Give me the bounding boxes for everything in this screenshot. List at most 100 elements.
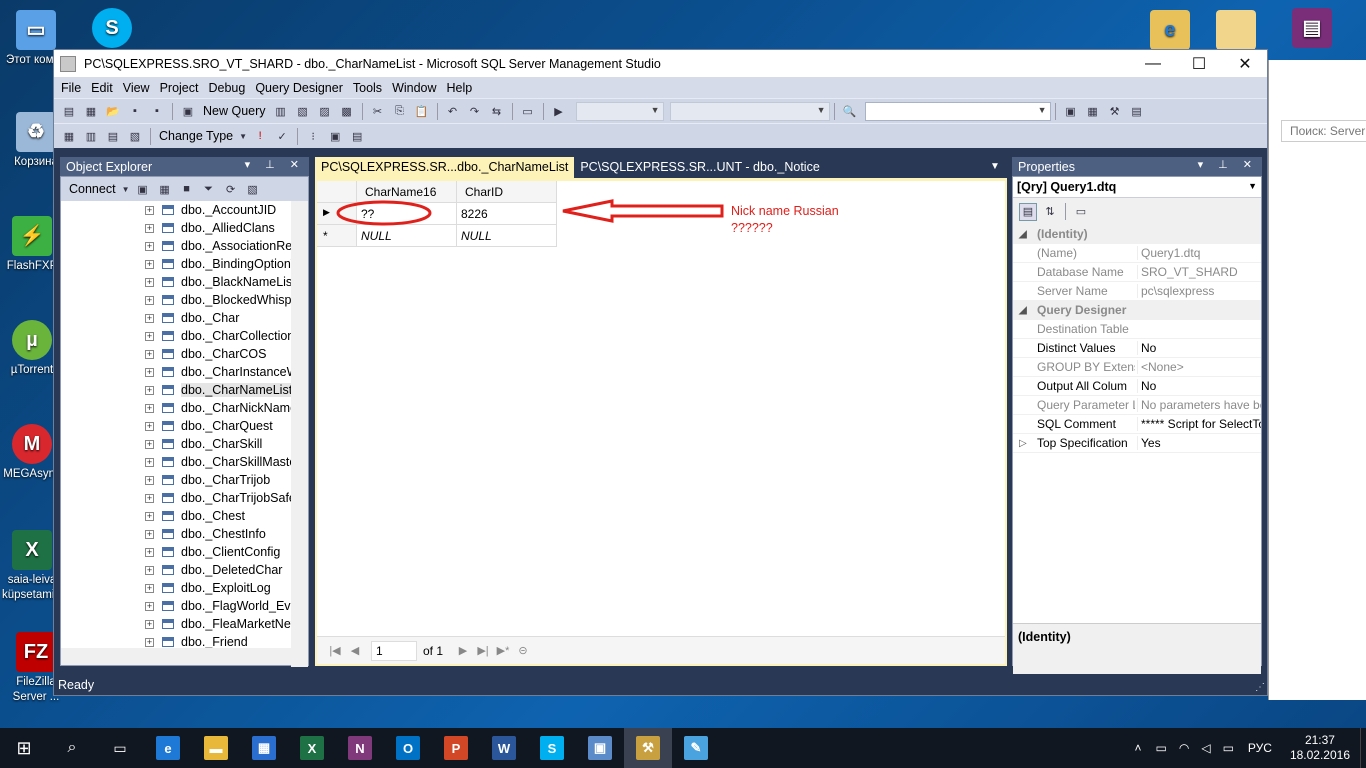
expand-icon[interactable]: +	[145, 295, 154, 305]
property-row[interactable]: SQL Comment ***** Script for SelectTo	[1013, 415, 1261, 434]
object-selector[interactable]: [Qry] Query1.dtq ▼	[1013, 177, 1261, 198]
menu-window[interactable]: Window	[387, 81, 441, 95]
property-row[interactable]: Query Parameter LNo parameters have been	[1013, 396, 1261, 415]
taskbar-app-button[interactable]: W	[480, 728, 528, 768]
expand-icon[interactable]: +	[145, 637, 154, 647]
show-hidden-icons-icon[interactable]: ˄	[1134, 741, 1141, 755]
copy-icon[interactable]: ⎘	[391, 102, 409, 120]
tree-item-table[interactable]: + dbo._FleaMarketNetw	[61, 615, 308, 633]
show-results-pane-icon[interactable]: ▧	[126, 127, 144, 145]
taskbar-app-button[interactable]: ▦	[240, 728, 288, 768]
close-button[interactable]: ✕	[1222, 50, 1267, 77]
connect-button[interactable]: Connect	[69, 182, 116, 196]
property-value[interactable]: ***** Script for SelectTo	[1137, 417, 1261, 431]
stop-icon[interactable]: ■	[178, 180, 196, 198]
search-box[interactable]: Поиск: Server	[1281, 120, 1366, 142]
tree-item-table[interactable]: + dbo._ClientConfig	[61, 543, 308, 561]
expand-icon[interactable]: +	[145, 349, 154, 359]
menu-edit[interactable]: Edit	[86, 81, 118, 95]
window-layout-icon[interactable]: ▤	[1128, 102, 1146, 120]
tree-item-table[interactable]: + dbo._BlockedWhispe	[61, 291, 308, 309]
taskbar-app-button[interactable]: ⚒	[624, 728, 672, 768]
notification-icon[interactable]: ▭	[1223, 741, 1234, 755]
property-value[interactable]: Yes	[1137, 436, 1261, 450]
skype-desktop-icon[interactable]: S	[82, 8, 142, 51]
language-indicator[interactable]: РУС	[1248, 741, 1272, 755]
tree-item-table[interactable]: + dbo._CharSkillMaster	[61, 453, 308, 471]
tree-item-table[interactable]: + dbo._CharSkill	[61, 435, 308, 453]
task-view-button[interactable]: ▭	[96, 728, 144, 768]
property-row[interactable]: Destination Table	[1013, 320, 1261, 339]
navigate-icon[interactable]: ⇆	[488, 102, 506, 120]
tree-item-table[interactable]: + dbo._ChestInfo	[61, 525, 308, 543]
menu-tools[interactable]: Tools	[348, 81, 387, 95]
tree-item-table[interactable]: + dbo._AccountJID	[61, 201, 308, 219]
dmx-query-icon[interactable]: ▨	[316, 102, 334, 120]
cut-icon[interactable]: ✂	[369, 102, 387, 120]
execute-sql-icon[interactable]: !	[251, 127, 269, 145]
open-file-icon[interactable]: 📂	[104, 102, 122, 120]
tree-item-table[interactable]: + dbo._CharQuest	[61, 417, 308, 435]
tab-charnamelist[interactable]: PC\SQLEXPRESS.SR...dbo._CharNameList	[315, 157, 575, 178]
expand-icon[interactable]: +	[145, 529, 154, 539]
resize-grip-icon[interactable]: ⋰	[1255, 682, 1265, 693]
network-icon[interactable]: ◠	[1179, 741, 1189, 755]
alphabetical-icon[interactable]: ⇅	[1041, 203, 1059, 221]
xmla-query-icon[interactable]: ▩	[338, 102, 356, 120]
expand-icon[interactable]: +	[145, 385, 154, 395]
maximize-button[interactable]: ☐	[1176, 50, 1222, 77]
pane-controls[interactable]: ▾ ⊥ ✕	[245, 158, 305, 171]
categorized-icon[interactable]: ▤	[1019, 202, 1037, 221]
add-item-icon[interactable]: ▦	[82, 102, 100, 120]
tree-item-table[interactable]: + dbo._Chest	[61, 507, 308, 525]
property-row[interactable]: GROUP BY Extensi <None>	[1013, 358, 1261, 377]
expand-icon[interactable]: +	[145, 331, 154, 341]
clock[interactable]: 21:37 18.02.2016	[1290, 733, 1350, 763]
menu-project[interactable]: Project	[155, 81, 204, 95]
menu-view[interactable]: View	[118, 81, 155, 95]
undo-icon[interactable]: ↶	[444, 102, 462, 120]
tree-item-table[interactable]: + dbo._DeletedChar	[61, 561, 308, 579]
desktop-icon-folder-1[interactable]: e	[1140, 10, 1200, 53]
taskbar-app-button[interactable]: P	[432, 728, 480, 768]
expand-icon[interactable]: +	[145, 439, 154, 449]
paste-icon[interactable]: 📋	[413, 102, 431, 120]
property-value[interactable]: No parameters have been	[1137, 398, 1261, 412]
taskbar-app-button[interactable]: S	[528, 728, 576, 768]
solution-config-dropdown[interactable]: ▼	[575, 101, 664, 121]
show-diagram-pane-icon[interactable]: ▦	[60, 127, 78, 145]
expand-icon[interactable]: +	[145, 457, 154, 467]
expand-icon[interactable]: +	[145, 277, 154, 287]
expand-icon[interactable]: +	[145, 403, 154, 413]
expand-icon[interactable]: +	[145, 601, 154, 611]
summary-icon[interactable]: ▧	[244, 180, 262, 198]
tab-notice[interactable]: PC\SQLEXPRESS.SR...UNT - dbo._Notice	[574, 157, 825, 178]
menu-file[interactable]: File	[56, 81, 86, 95]
save-icon[interactable]: ▪	[126, 102, 144, 120]
taskbar-app-button[interactable]: ▬	[192, 728, 240, 768]
tab-list-dropdown-icon[interactable]: ▼	[990, 161, 1000, 172]
object-explorer-icon[interactable]: ▦	[1084, 102, 1102, 120]
property-row[interactable]: Database Name SRO_VT_SHARD	[1013, 263, 1261, 282]
expand-icon[interactable]: +	[145, 259, 154, 269]
menu-query-designer[interactable]: Query Designer	[250, 81, 348, 95]
save-all-icon[interactable]: ▪	[148, 102, 166, 120]
tree-item-table[interactable]: + dbo._BlackNameList	[61, 273, 308, 291]
execute-icon[interactable]: ▶	[550, 102, 568, 120]
tree-item-table[interactable]: + dbo._CharCOS	[61, 345, 308, 363]
connect-object-explorer-icon[interactable]: ▣	[134, 180, 152, 198]
find-dropdown[interactable]: ▼	[864, 101, 1051, 121]
tools-icon[interactable]: ⚒	[1106, 102, 1124, 120]
previous-record-icon[interactable]: ◀	[345, 644, 365, 657]
volume-icon[interactable]: ◁	[1201, 741, 1210, 755]
search-button[interactable]: ⌕	[48, 728, 96, 768]
tree-item-table[interactable]: + dbo._AssociationRep	[61, 237, 308, 255]
taskbar-app-button[interactable]: N	[336, 728, 384, 768]
disconnect-icon[interactable]: ▦	[156, 180, 174, 198]
new-query-icon[interactable]: ▣	[179, 102, 197, 120]
add-table-icon[interactable]: ▣	[326, 127, 344, 145]
new-record-icon[interactable]: ▶*	[493, 644, 513, 657]
last-record-icon[interactable]: ▶|	[473, 644, 493, 657]
tree-item-table[interactable]: + dbo._CharInstanceW	[61, 363, 308, 381]
start-button[interactable]: ⊞	[0, 728, 48, 768]
